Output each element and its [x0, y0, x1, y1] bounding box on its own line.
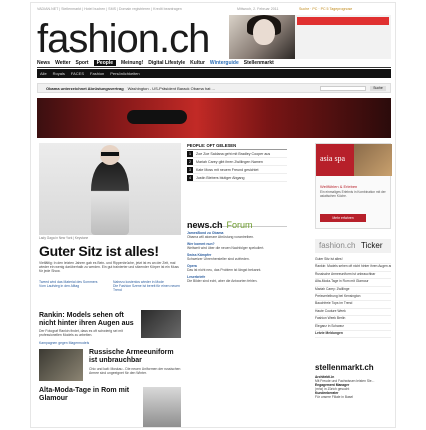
nav-people[interactable]: People	[93, 60, 116, 66]
forum-item[interactable]: Swiss Kämpfer Schweizer Uhrenhersteller s…	[187, 253, 287, 261]
story3-headline[interactable]: Russische Armeeuniform ist unbrauchbar	[89, 349, 181, 364]
ticker-item[interactable]: Eleganz in Schwarz	[315, 324, 391, 331]
main-body: Vielfältig: In den letzten Jahren gab es…	[39, 261, 179, 274]
photo-caption: Lady Gaga in New York | Keystone	[39, 236, 89, 240]
header-model-image	[229, 15, 295, 59]
subnav-persoenlichkeiten[interactable]: Persönlichkeiten	[110, 71, 139, 76]
asia-spa-brand: asia spa	[320, 154, 346, 163]
asia-ad-title: Wellfühlen & Erleben	[320, 184, 358, 189]
forum-item[interactable]: Opera Das ist nicht neu, das Problem ist …	[187, 264, 287, 272]
job-item[interactable]: Architekt/-in Mit Freude und Fachwissen l…	[315, 375, 391, 383]
story4-headline[interactable]: Alta-Moda-Tage in Rom mit Glamour	[39, 387, 139, 402]
ticker-text[interactable]: Washington - US-Präsident Barack Obama h…	[128, 86, 215, 91]
ad-banner[interactable]	[37, 98, 391, 138]
forum-label: Forum	[226, 220, 253, 230]
subnav-royals[interactable]: Royals	[53, 71, 65, 76]
ticker-item[interactable]: Haute Couture Week	[315, 309, 391, 317]
story2-thumb[interactable]	[141, 310, 181, 338]
date-label: Mittwoch, 2. Februar 2011	[237, 7, 279, 11]
ticker-item[interactable]: Russische Armeeuniform ist unbrauchbar	[315, 272, 391, 280]
job-item[interactable]: Kundenberater Für unsere Filiale in Basel	[315, 391, 391, 399]
ticker-title: Ticker	[361, 241, 383, 250]
ticker-item[interactable]: Mariah Carey: Zwillinge	[315, 287, 391, 294]
ticker-list: Guter Sitz ist alles! Rankin: Models seh…	[315, 257, 391, 339]
top-utility-bar: VADIAN.NET | Stellenmarkt | Hotel buchen…	[37, 7, 391, 15]
nav-winterguide[interactable]: Winterguide	[210, 60, 239, 66]
ticker-item[interactable]: Alta-Moda-Tage in Rom mit Glamour	[315, 279, 391, 287]
forum-list: JamesBond zu Obama Obama will atomare Abr…	[187, 231, 287, 286]
sub-nav: Alle Royals FACES Fashion Persönlichkeit…	[37, 69, 391, 78]
list-item[interactable]: 3 Kate Moss mit neuem Freund gesichtet	[187, 166, 287, 174]
story3-thumb[interactable]	[39, 349, 83, 381]
asia-ad-button[interactable]: Mehr erfahren	[320, 214, 366, 222]
related-links: Tweed wird das Material des Sommers Vom …	[39, 280, 181, 310]
related-link[interactable]: Die Fashion Szene ist bereit für einen n…	[113, 284, 181, 292]
site-logo[interactable]: fashion.ch	[37, 19, 210, 59]
job-item[interactable]: Engagement Manager (m/w) in Zürich gesuch…	[315, 383, 391, 391]
search-input[interactable]	[320, 86, 366, 91]
ticker-item[interactable]: Preisverleihung bei Kensington	[315, 294, 391, 302]
forum-item[interactable]: Leserbriefe Die Bilder sind echt, aber di…	[187, 275, 287, 283]
subnav-faces[interactable]: FACES	[71, 71, 84, 76]
story2-link[interactable]: Kampagnen gegen Magermodels	[39, 341, 179, 346]
ticker-item[interactable]: Letzte Meldungen	[315, 331, 391, 339]
nav-stellenmarkt[interactable]: Stellenmarkt	[244, 60, 274, 66]
ticker-item[interactable]: Guter Sitz ist alles!	[315, 257, 391, 265]
ticker-brand: fashion.ch	[319, 241, 356, 250]
job-list: Architekt/-in Mit Freude und Fachwissen l…	[315, 375, 391, 399]
story3-text: Chic und kalt: Moskau - Die neuen Unifor…	[89, 367, 181, 375]
nav-news[interactable]: News	[37, 60, 50, 66]
ticker-item[interactable]: Fashion Week Berlin	[315, 316, 391, 324]
ticker-header: fashion.ch Ticker	[315, 239, 391, 253]
subnav-fashion[interactable]: Fashion	[90, 71, 104, 76]
main-story-photo[interactable]	[39, 143, 181, 235]
main-nav: News Wetter Sport People Meinung! Digita…	[37, 59, 391, 68]
search-button[interactable]: Suche	[370, 86, 386, 91]
nav-meinung[interactable]: Meinung!	[121, 60, 143, 66]
ticker-item[interactable]: Bauchfreie Tops im Trend	[315, 301, 391, 309]
forum-item[interactable]: JamesBond zu Obama Obama will atomare Abr…	[187, 231, 287, 239]
top-links[interactable]: VADIAN.NET | Stellenmarkt | Hotel buchen…	[37, 7, 182, 11]
nav-sport[interactable]: Sport	[76, 60, 89, 66]
header-banner[interactable]	[295, 15, 391, 59]
spa-image	[354, 144, 392, 176]
asia-ad-text: Ein einmaliges Erlebnis in Kombination m…	[320, 190, 386, 198]
forum-logo: news.ch	[187, 220, 223, 230]
news-ticker-bar: Obama unterzeichnet Abrüstungsvertrag Wa…	[37, 83, 391, 93]
story4-thumb[interactable]	[143, 387, 181, 427]
main-headline[interactable]: Guter Sitz ist alles!	[39, 243, 159, 259]
nav-wetter[interactable]: Wetter	[55, 60, 70, 66]
nav-kultur[interactable]: Kultur	[190, 60, 205, 66]
page: VADIAN.NET | Stellenmarkt | Hotel buchen…	[30, 2, 396, 428]
ticker-item[interactable]: Rankin: Models sehen oft nicht hinter ih…	[315, 264, 391, 272]
story2-headline[interactable]: Rankin: Models sehen oft nicht hinter ih…	[39, 312, 135, 327]
story2-text: Der Fotograf Rankin findet, dass es oft …	[39, 329, 123, 337]
related-link[interactable]: Vom Laufsteg in den Alltag	[39, 284, 107, 288]
list-item[interactable]: 1 Zoe Zoe Saldana geht mit Bradley Cooper…	[187, 150, 287, 158]
forum-header[interactable]: news.ch Forum	[187, 215, 287, 230]
list-item[interactable]: 4 Justin Biebers blutiger Abgang	[187, 174, 287, 182]
people-section-title: PEOPLE: OFT GELESEN	[187, 143, 287, 150]
forum-item[interactable]: Wer kommt nun? Weltweit wird über die neu…	[187, 242, 287, 250]
ticker-lead[interactable]: Obama unterzeichnet Abrüstungsvertrag	[46, 86, 124, 91]
list-item[interactable]: 2 Mariah Carey gibt ihren Zwillingen Name…	[187, 158, 287, 166]
asia-spa-ad[interactable]: asia spa Wellfühlen & Erleben Ein einmal…	[315, 143, 392, 229]
stellenmarkt-title[interactable]: stellenmarkt.ch	[315, 363, 374, 372]
top-tools[interactable]: Suche · PC · PC 5 Tageprognose	[299, 7, 352, 11]
people-most-read: PEOPLE: OFT GELESEN 1 Zoe Zoe Saldana geh…	[187, 143, 287, 182]
nav-digital-lifestyle[interactable]: Digital Lifestyle	[148, 60, 185, 66]
subnav-alle[interactable]: Alle	[40, 71, 47, 76]
